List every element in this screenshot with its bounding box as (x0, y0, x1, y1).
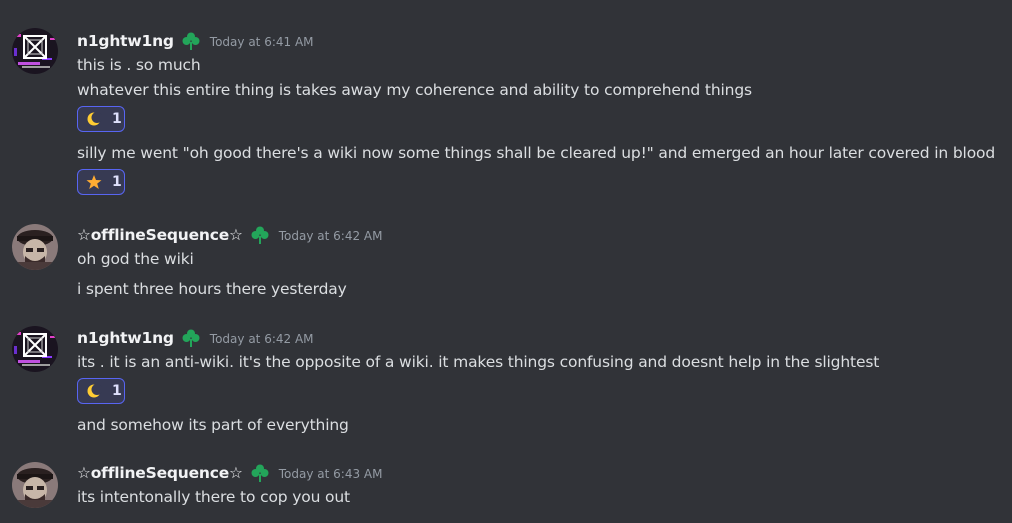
message-text: silly me went "oh good there's a wiki no… (77, 144, 996, 162)
message-text: its intentonally there to cop you out (77, 488, 350, 506)
avatar[interactable] (12, 224, 58, 270)
message-text: and somehow its part of everything (77, 416, 349, 434)
message-text: oh god the wiki (77, 250, 194, 268)
avatar[interactable] (12, 462, 58, 508)
reaction-button[interactable]: 1 (77, 169, 125, 195)
star-icon (86, 174, 102, 190)
message-text: i spent three hours there yesterday (77, 280, 347, 298)
username[interactable]: n1ghtw1ng (77, 32, 174, 50)
timestamp[interactable]: Today at 6:42 AM (279, 227, 383, 243)
message-text: whatever this entire thing is takes away… (77, 81, 752, 99)
avatar[interactable] (12, 326, 58, 372)
reaction-count: 1 (112, 111, 122, 127)
chat-messages: n1ghtw1ng Today at 6:41 AM this is . so … (0, 0, 1012, 523)
clover-role-icon[interactable] (250, 225, 270, 245)
clover-role-icon[interactable] (250, 463, 270, 483)
reaction-count: 1 (112, 383, 122, 399)
crescent-moon-icon (86, 383, 102, 399)
reaction-button[interactable]: 1 (77, 378, 125, 404)
timestamp[interactable]: Today at 6:42 AM (210, 330, 314, 346)
avatar[interactable] (12, 28, 58, 74)
timestamp[interactable]: Today at 6:43 AM (279, 465, 383, 481)
username[interactable]: n1ghtw1ng (77, 329, 174, 347)
crescent-moon-icon (86, 111, 102, 127)
username[interactable]: ☆offlineSequence☆ (77, 464, 243, 482)
message-text: this is . so much (77, 56, 201, 74)
clover-role-icon[interactable] (181, 328, 201, 348)
clover-role-icon[interactable] (181, 31, 201, 51)
message-text: its . it is an anti-wiki. it's the oppos… (77, 353, 880, 371)
reaction-button[interactable]: 1 (77, 106, 125, 132)
timestamp[interactable]: Today at 6:41 AM (210, 33, 314, 49)
username[interactable]: ☆offlineSequence☆ (77, 226, 243, 244)
reaction-count: 1 (112, 174, 122, 190)
